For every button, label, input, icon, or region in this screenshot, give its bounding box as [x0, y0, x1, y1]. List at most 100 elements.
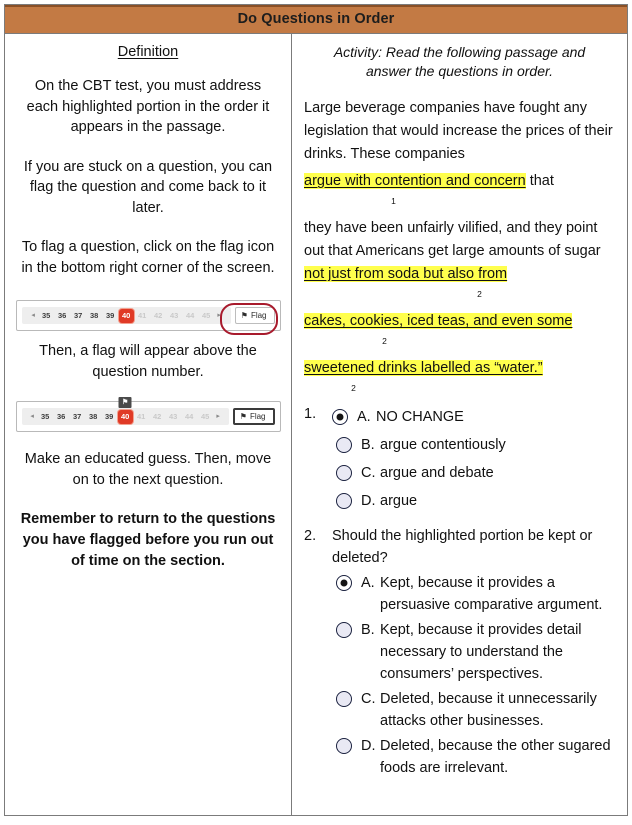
question-1-option-c[interactable]: C. argue and debate [304, 462, 615, 484]
radio-button-1b[interactable] [336, 437, 352, 453]
flag-button[interactable]: ⚑ Flag [234, 307, 275, 324]
question-number-41[interactable]: 41 [134, 408, 149, 425]
question-2-option-c[interactable]: C. Deleted, because it unnecessarily att… [304, 688, 615, 732]
definition-paragraph-1: On the CBT test, you must address each h… [26, 78, 270, 135]
question-2-option-d[interactable]: D. Deleted, because the other sugared fo… [304, 735, 615, 779]
question-2-option-b[interactable]: B. Kept, because it provides detail nece… [304, 619, 615, 685]
question-number-35[interactable]: 35 [38, 408, 53, 425]
option-letter-2c: C. [361, 691, 376, 707]
question-number-40-label: 40 [120, 411, 130, 421]
question-number-36[interactable]: 36 [54, 408, 69, 425]
option-letter-1d: D. [361, 493, 376, 509]
prev-question-arrow[interactable]: ◂ [28, 408, 37, 425]
two-column-body: Definition On the CBT test, you must add… [5, 34, 627, 815]
option-text-1d: argue [380, 493, 418, 509]
highlight-2b-subscript: 2 [382, 336, 387, 346]
question-number-44[interactable]: 44 [183, 307, 198, 324]
next-question-arrow[interactable]: ▸ [214, 408, 223, 425]
question-number-43[interactable]: 43 [167, 307, 182, 324]
question-number-40-current[interactable]: 40 [118, 308, 134, 323]
flag-button[interactable]: ⚑ Flag [232, 408, 275, 425]
highlight-2c-subscript: 2 [351, 383, 356, 393]
highlighted-portion-2c[interactable]: sweetened drinks labelled as “water.” [304, 360, 543, 376]
question-2-prompt-row: 2. Should the highlighted portion be kep… [304, 525, 615, 569]
next-question-arrow[interactable]: ▸ [215, 307, 224, 324]
question-number-45[interactable]: 45 [198, 408, 213, 425]
passage-paragraph-2-lead: they have been unfairly vilified, and th… [304, 220, 601, 259]
radio-button-2d[interactable] [336, 738, 352, 754]
flag-button-label: Flag [249, 412, 266, 421]
question-number-37[interactable]: 37 [70, 408, 85, 425]
option-text-2d: Deleted, because the other sugared foods… [380, 738, 611, 776]
radio-button-2b[interactable] [336, 622, 352, 638]
option-text-2b: Kept, because it provides detail necessa… [380, 622, 582, 682]
option-letter-1c: C. [361, 465, 376, 481]
question-1: 1. A. NO CHANGE B. argue contentiously C… [304, 406, 615, 512]
question-number-43[interactable]: 43 [166, 408, 181, 425]
radio-button-2c[interactable] [336, 691, 352, 707]
question-number-36[interactable]: 36 [55, 307, 70, 324]
question-number-37[interactable]: 37 [71, 307, 86, 324]
passage-highlight-1-line: argue with contention and concern that [304, 170, 615, 193]
definition-paragraph-2: If you are stuck on a question, you can … [23, 158, 273, 216]
question-number-39[interactable]: 39 [103, 307, 118, 324]
definition-heading: Definition [117, 44, 179, 60]
question-number-39[interactable]: 39 [102, 408, 117, 425]
definition-column: Definition On the CBT test, you must add… [5, 34, 292, 815]
question-1-option-d[interactable]: D. argue [304, 490, 615, 512]
option-letter-2a: A. [361, 575, 375, 591]
question-2-option-a[interactable]: A. Kept, because it provides a persuasiv… [304, 572, 615, 616]
flag-icon: ⚑ [240, 310, 248, 320]
page-title: Do Questions in Order [237, 11, 395, 27]
option-text-2a: Kept, because it provides a persuasive c… [380, 575, 603, 613]
passage-paragraph-2: they have been unfairly vilified, and th… [304, 217, 615, 286]
reminder-text: Remember to return to the questions you … [20, 511, 276, 569]
question-number-42[interactable]: 42 [151, 307, 166, 324]
highlighted-portion-1[interactable]: argue with contention and concern [304, 173, 526, 189]
question-number-strip-1: ◂ 35 36 37 38 39 40 41 42 43 44 45 ▸ [21, 307, 231, 324]
passage-highlight-2c-line: sweetened drinks labelled as “water.” [304, 357, 615, 380]
passage-highlight-2b-line: cakes, cookies, iced teas, and even some [304, 310, 615, 333]
educated-guess-text: Make an educated guess. Then, move on to… [24, 451, 272, 488]
activity-heading: Activity: Read the following passage and… [333, 44, 586, 79]
question-number-45[interactable]: 45 [199, 307, 214, 324]
highlighted-portion-2b[interactable]: cakes, cookies, iced teas, and even some [304, 313, 573, 329]
question-number-35[interactable]: 35 [39, 307, 54, 324]
prev-question-arrow[interactable]: ◂ [29, 307, 38, 324]
highlight-2a-subscript: 2 [477, 289, 482, 299]
navigator-box-1: ◂ 35 36 37 38 39 40 41 42 43 44 45 ▸ ⚑ F… [15, 300, 281, 335]
radio-button-1a[interactable] [332, 409, 348, 425]
option-letter-2b: B. [361, 622, 375, 638]
passage-highlight-1-tail: that [525, 173, 554, 189]
question-1-number: 1. [304, 406, 317, 422]
question-number-41[interactable]: 41 [135, 307, 150, 324]
content-table: Do Questions in Order Definition On the … [4, 4, 628, 816]
option-letter-2d: D. [361, 738, 376, 754]
header-bar: Do Questions in Order [5, 5, 627, 34]
question-number-40-current[interactable]: ⚑ 40 [117, 396, 133, 424]
flag-appears-text: Then, a flag will appear above the quest… [39, 343, 257, 380]
question-2: 2. Should the highlighted portion be kep… [304, 525, 615, 779]
radio-button-2a[interactable] [336, 575, 352, 591]
question-2-number: 2. [304, 528, 317, 544]
question-navigator-2: ◂ 35 36 37 38 39 ⚑ 40 41 42 43 44 45 ▸ ⚑… [15, 396, 281, 432]
highlighted-portion-2a[interactable]: not just from soda but also from [304, 266, 508, 282]
question-navigator-1: ◂ 35 36 37 38 39 40 41 42 43 44 45 ▸ ⚑ F… [15, 300, 281, 335]
activity-column: Activity: Read the following passage and… [292, 34, 627, 815]
radio-button-1c[interactable] [336, 465, 352, 481]
question-number-38[interactable]: 38 [86, 408, 101, 425]
flag-icon: ⚑ [239, 411, 247, 421]
option-text-1b: argue contentiously [380, 437, 506, 453]
question-number-42[interactable]: 42 [150, 408, 165, 425]
navigator-box-2: ◂ 35 36 37 38 39 ⚑ 40 41 42 43 44 45 ▸ ⚑… [15, 396, 281, 432]
question-1-option-b[interactable]: B. argue contentiously [304, 434, 615, 456]
option-text-1a: NO CHANGE [376, 409, 464, 425]
question-number-38[interactable]: 38 [87, 307, 102, 324]
definition-paragraph-3: To flag a question, click on the flag ic… [21, 239, 275, 276]
question-number-strip-2: ◂ 35 36 37 38 39 ⚑ 40 41 42 43 44 45 ▸ [21, 396, 229, 425]
flag-button-label: Flag [250, 311, 267, 320]
passage-paragraph-1: Large beverage companies have fought any… [304, 100, 613, 162]
radio-button-1d[interactable] [336, 493, 352, 509]
question-1-option-a[interactable]: 1. A. NO CHANGE [304, 406, 615, 428]
question-number-44[interactable]: 44 [182, 408, 197, 425]
